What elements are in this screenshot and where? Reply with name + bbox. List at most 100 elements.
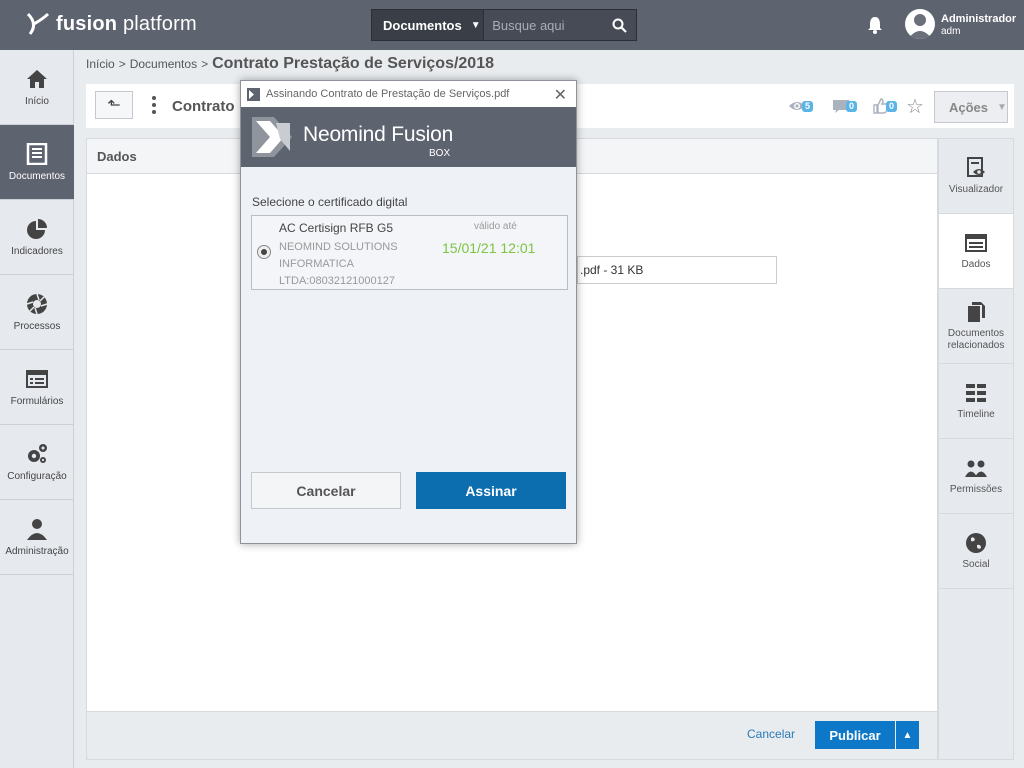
sidebar-item-label: Indicadores [11,245,63,257]
tab-label: Documentos relacionados [947,327,1005,351]
cancel-button[interactable]: Cancelar [251,472,401,509]
fusion-logo-icon [26,12,50,35]
favorite-star-icon[interactable]: ☆ [906,94,924,119]
tab-permissoes[interactable]: Permissões [939,439,1013,514]
data-icon [965,233,987,252]
search-button[interactable] [602,10,636,40]
caret-down-icon: ▼ [470,19,481,31]
actions-dropdown[interactable]: Ações ▼ [934,91,1008,123]
search-category-label: Documentos [383,17,462,33]
breadcrumb-section[interactable]: Documentos [130,57,197,71]
document-icon [26,142,48,165]
caret-down-icon: ▼ [997,101,1007,113]
sidebar-item-indicadores[interactable]: Indicadores [0,200,74,275]
sign-button[interactable]: Assinar [416,472,566,509]
likes-counter[interactable]: 0 [872,98,898,114]
gears-icon [28,443,47,463]
pie-chart-icon [27,218,47,239]
search-input[interactable] [484,10,603,40]
certificate-organization: NEOMIND SOLUTIONS INFORMATICA LTDA:08032… [279,241,398,287]
sidebar-item-administracao[interactable]: Administração [0,500,74,575]
valid-until-label: válido até [474,221,517,232]
aperture-icon [26,293,48,314]
signing-dialog: Assinando Contrato de Prestação de Servi… [240,80,577,544]
sidebar-item-documentos[interactable]: Documentos [0,125,74,200]
certificate-radio[interactable] [257,245,271,259]
fusion-logo[interactable]: fusion platform [24,10,197,38]
sidebar-item-processos[interactable]: Processos [0,275,74,350]
tab-label: Visualizador [948,183,1004,195]
breadcrumb: Início > Documentos > Contrato Prestação… [86,55,494,73]
sidebar-item-formularios[interactable]: Formulários [0,350,74,425]
main-sidebar: Início Documentos Indicadores Processos … [0,50,74,768]
tab-social[interactable]: Social [939,514,1013,589]
user-avatar-icon [908,14,932,39]
certificate-option[interactable]: AC Certisign RFB G5 NEOMIND SOLUTIONS IN… [251,215,568,290]
avatar[interactable] [905,9,935,39]
breadcrumb-separator: > [118,57,126,71]
actions-label: Ações [949,99,989,115]
views-counter[interactable]: 5 [788,98,814,114]
footer-actions: Cancelar Publicar ▲ [87,711,937,759]
viewer-icon [967,156,985,177]
banner-title: Neomind Fusion [303,123,454,146]
tab-visualizador[interactable]: Visualizador [939,139,1013,214]
caret-up-icon: ▲ [902,729,913,741]
neomind-logo-icon [252,117,292,157]
valid-until-date: 15/01/21 12:01 [442,240,536,256]
views-badge: 5 [802,100,814,112]
likes-badge: 0 [886,100,898,112]
cancel-link[interactable]: Cancelar [747,727,795,741]
top-bar: fusion platform Documentos ▼ Administrad… [0,0,1024,50]
certificate-name: AC Certisign RFB G5 [279,221,394,235]
dialog-banner: Neomind Fusion BOX [241,107,576,167]
tab-dados[interactable]: Dados [939,214,1013,289]
form-icon [26,369,48,388]
tab-label: Timeline [957,408,995,420]
comments-counter[interactable]: 0 [832,98,858,114]
publish-button[interactable]: Publicar [815,721,895,749]
timeline-icon [966,383,986,402]
file-attachment-field[interactable]: .pdf - 31 KB [577,256,777,284]
back-button[interactable]: ⬑ [95,91,133,119]
app-icon [247,87,260,101]
globe-icon [966,532,986,553]
tab-timeline[interactable]: Timeline [939,364,1013,439]
tab-label: Social [962,558,990,570]
dialog-titlebar: Assinando Contrato de Prestação de Servi… [241,81,576,107]
right-sidebar: Visualizador Dados Documentos relacionad… [938,138,1014,760]
panel-title: Dados [97,148,137,164]
brand-name: fusion platform [56,12,197,35]
more-options-icon[interactable] [152,96,156,117]
user-login: adm [941,26,961,37]
sidebar-item-label: Administração [5,545,69,557]
breadcrumb-separator: > [201,57,209,71]
sidebar-item-label: Processos [13,320,61,332]
close-icon[interactable]: ✕ [554,85,567,105]
page-title: Contrato Prestação de Serviços/2018 [212,55,494,72]
user-name[interactable]: Administrador [941,13,1016,25]
search-icon [612,18,627,33]
sidebar-item-label: Documentos [8,170,66,182]
document-title: Contrato [172,98,235,115]
sidebar-item-inicio[interactable]: Início [0,50,74,125]
banner-subtitle: BOX [429,148,451,159]
sidebar-item-label: Início [25,95,49,107]
comments-badge: 0 [846,100,858,112]
sidebar-item-label: Formulários [10,395,64,407]
tab-label: Permissões [949,483,1003,495]
permissions-icon [965,460,987,477]
breadcrumb-home[interactable]: Início [86,57,115,71]
publish-options-button[interactable]: ▲ [896,721,919,749]
sidebar-item-label: Configuração [7,470,67,482]
tab-documentos-relacionados[interactable]: Documentos relacionados [939,289,1013,364]
tab-label: Dados [961,258,991,270]
file-info: .pdf - 31 KB [580,263,644,277]
user-icon [27,518,47,540]
search-category-dropdown[interactable]: Documentos ▼ [372,10,485,40]
back-arrow-icon: ⬑ [107,97,121,114]
sidebar-item-configuracao[interactable]: Configuração [0,425,74,500]
bell-icon[interactable] [866,15,884,35]
certificate-prompt: Selecione o certificado digital [252,195,408,209]
home-icon [27,69,47,88]
